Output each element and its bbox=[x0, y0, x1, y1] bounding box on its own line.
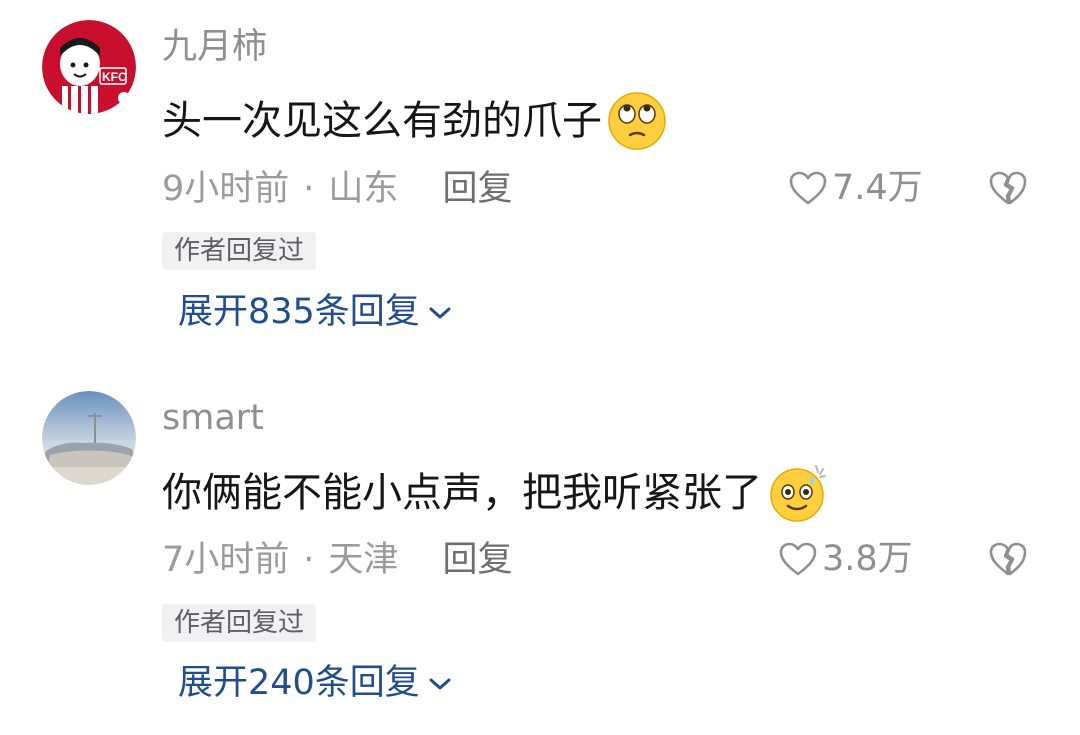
broken-heart-icon bbox=[989, 542, 1027, 576]
like-count: 3.8万 bbox=[822, 538, 913, 579]
author-replied-tag: 作者回复过 bbox=[162, 232, 317, 270]
avatar[interactable]: KFC bbox=[42, 20, 136, 114]
avatar[interactable] bbox=[42, 391, 136, 485]
location: 天津 bbox=[328, 540, 399, 580]
username[interactable]: smart bbox=[162, 401, 264, 436]
reply-button[interactable]: 回复 bbox=[442, 172, 512, 207]
like-button[interactable]: 7.4万 bbox=[788, 170, 923, 206]
comment-text: 你俩能不能小点声，把我听紧张了 bbox=[162, 462, 828, 524]
comment-meta: 9小时前 · 山东 回复 bbox=[162, 172, 512, 207]
like-count: 7.4万 bbox=[832, 167, 923, 208]
timestamp: 9小时前 bbox=[162, 169, 290, 209]
heart-icon bbox=[779, 542, 817, 576]
username[interactable]: 九月柿 bbox=[162, 30, 267, 65]
expand-replies-label: 展开240条回复 bbox=[178, 663, 420, 703]
reply-button[interactable]: 回复 bbox=[442, 543, 512, 578]
dislike-button[interactable] bbox=[988, 541, 1028, 581]
separator-dot: · bbox=[303, 540, 315, 580]
kfc-logo: KFC bbox=[102, 70, 127, 84]
broken-heart-icon bbox=[989, 171, 1027, 205]
comment-meta: 7小时前 · 天津 回复 bbox=[162, 543, 512, 578]
comment-text-content: 你俩能不能小点声，把我听紧张了 bbox=[162, 470, 762, 516]
location: 山东 bbox=[328, 169, 399, 209]
expand-replies-button[interactable]: 展开240条回复 bbox=[178, 666, 452, 701]
nervous-sweat-emoji bbox=[770, 465, 826, 522]
dislike-button[interactable] bbox=[988, 170, 1028, 210]
eye-roll-emoji bbox=[608, 92, 666, 150]
timestamp: 7小时前 bbox=[162, 540, 290, 580]
comment-text: 头一次见这么有劲的爪子 bbox=[162, 90, 668, 152]
separator-dot: · bbox=[303, 169, 315, 209]
chevron-down-icon bbox=[429, 307, 451, 318]
expand-replies-label: 展开835条回复 bbox=[178, 292, 420, 332]
author-replied-tag: 作者回复过 bbox=[162, 604, 317, 642]
like-button[interactable]: 3.8万 bbox=[778, 541, 913, 577]
comment-text-content: 头一次见这么有劲的爪子 bbox=[162, 98, 602, 144]
heart-icon bbox=[789, 171, 827, 205]
expand-replies-button[interactable]: 展开835条回复 bbox=[178, 295, 452, 330]
chevron-down-icon bbox=[429, 678, 451, 689]
